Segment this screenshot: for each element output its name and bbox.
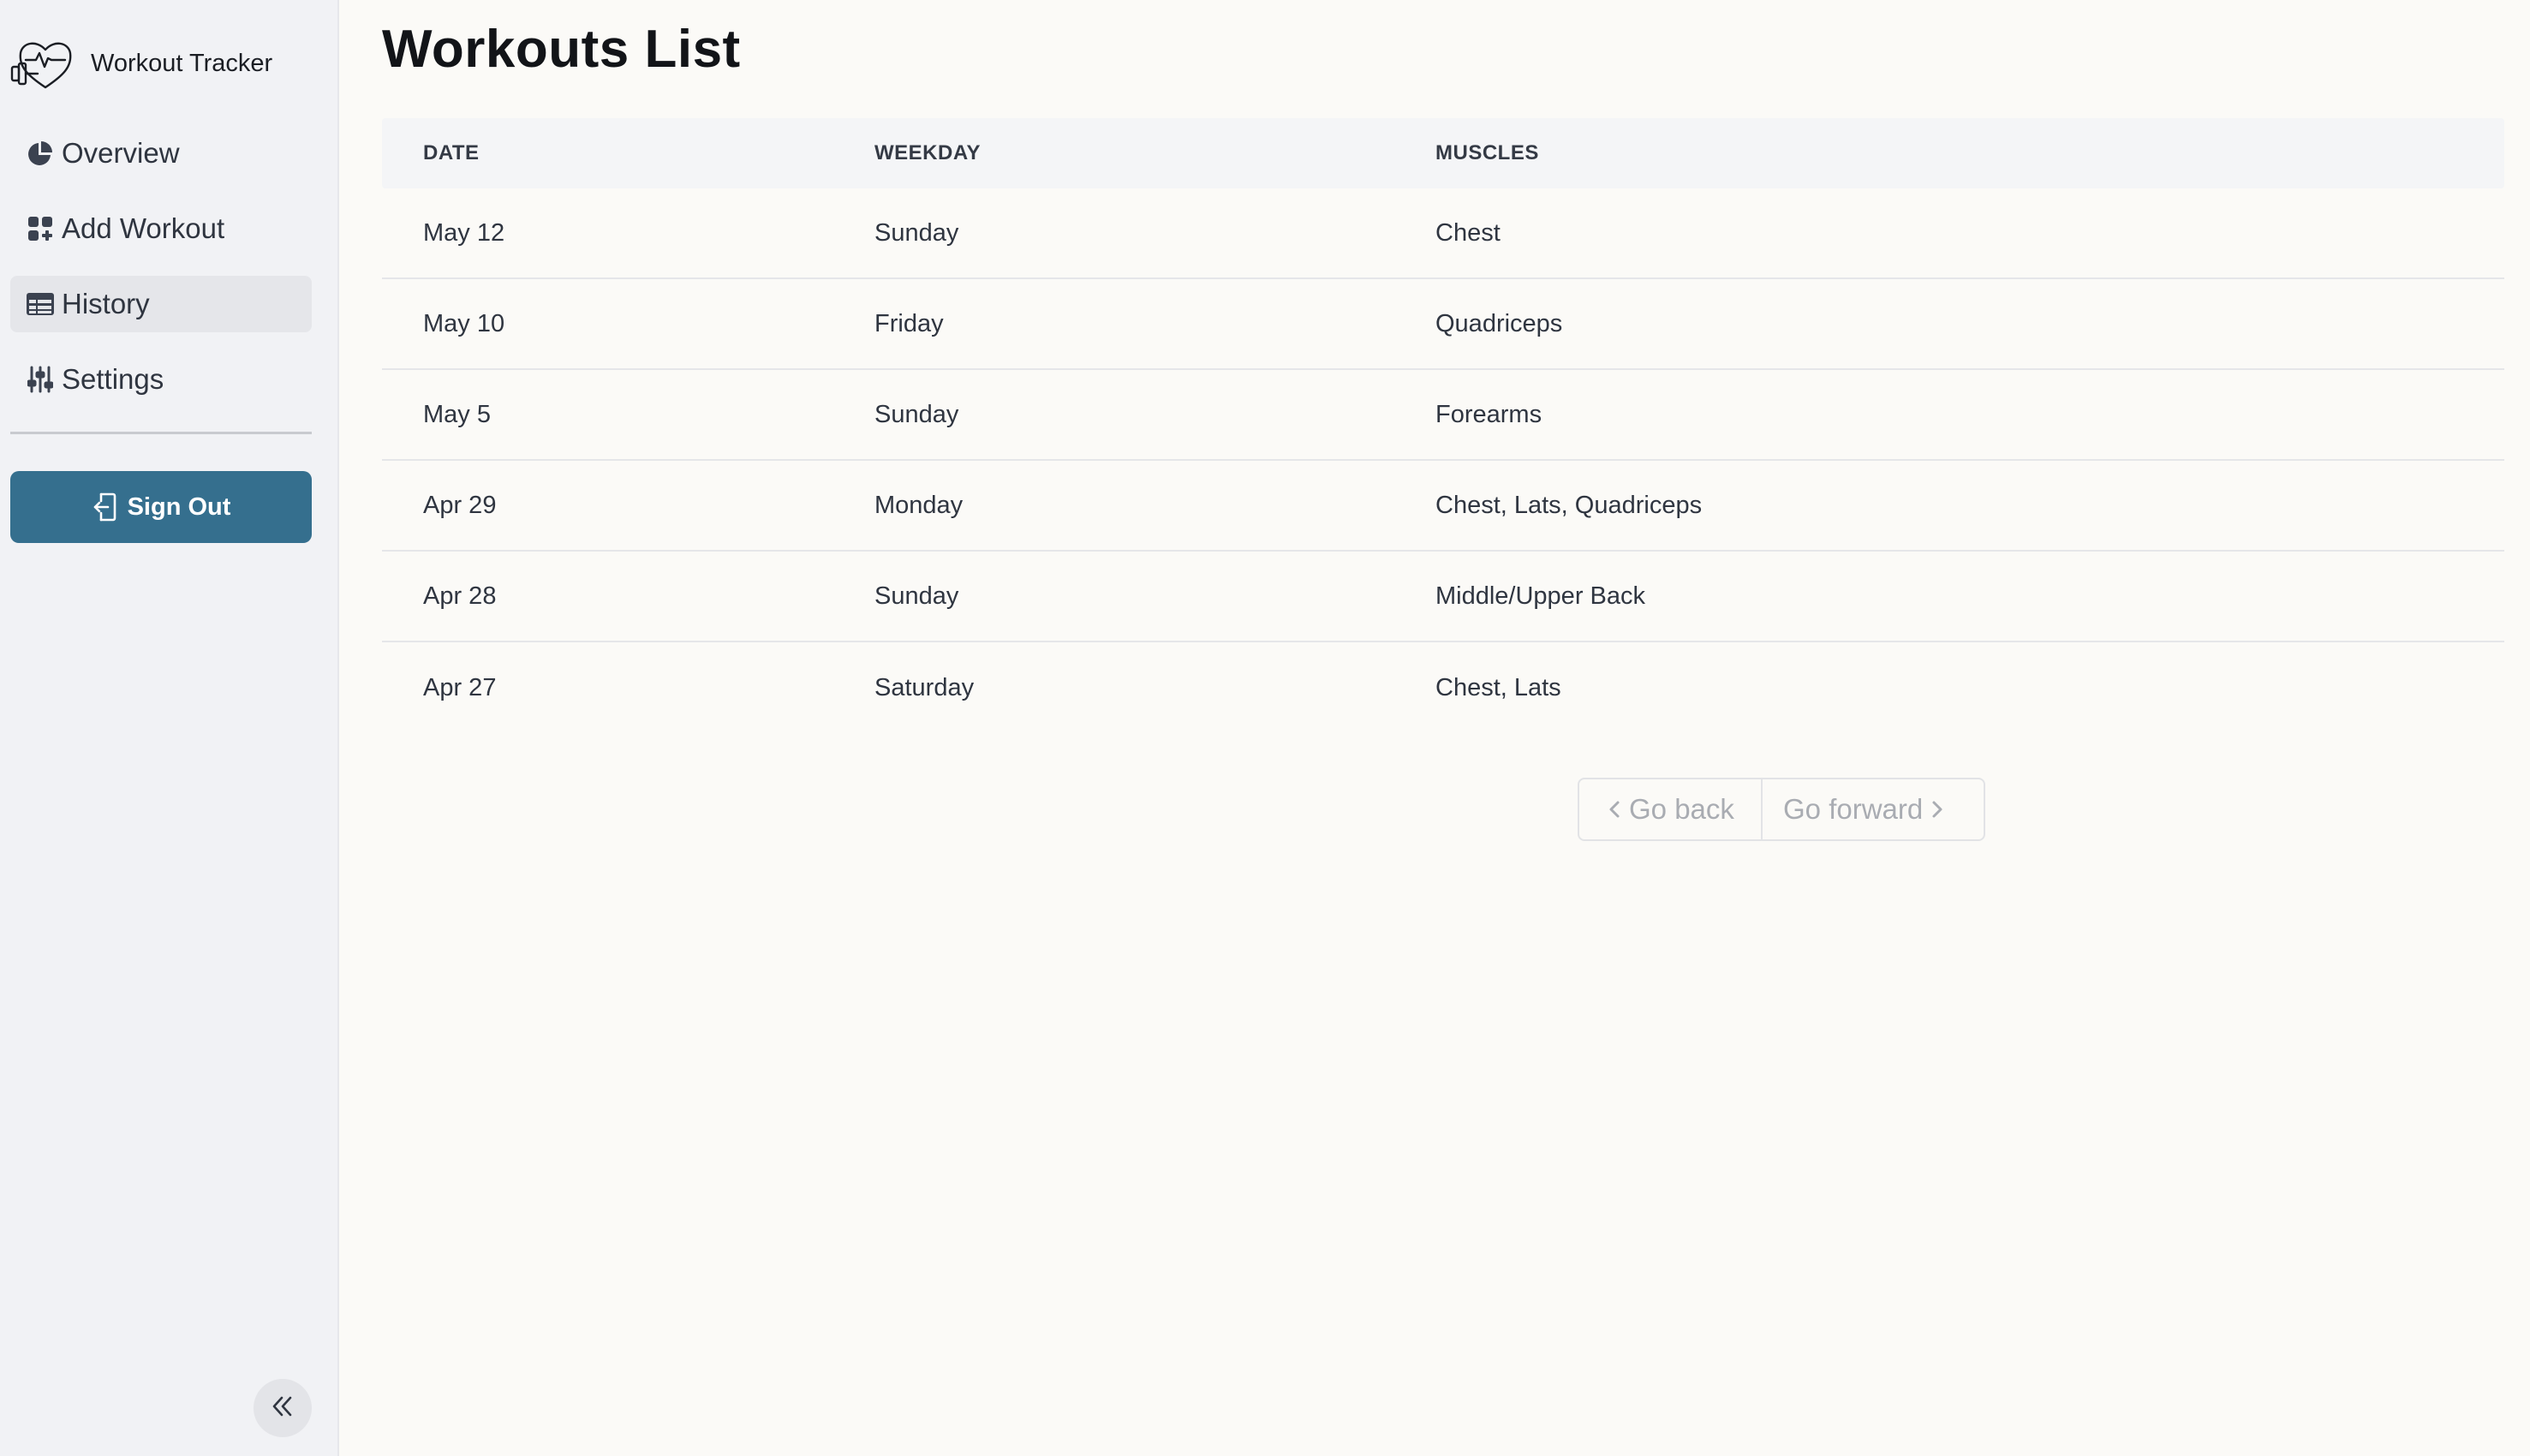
cell-weekday: Sunday <box>874 218 959 247</box>
cell-muscles: Chest <box>1435 218 1501 247</box>
sidebar-item-label: Overview <box>62 137 180 169</box>
cell-date: Apr 29 <box>423 491 497 519</box>
cell-muscles: Chest, Lats, Quadriceps <box>1435 491 1703 519</box>
sidebar-item-label: Add Workout <box>62 212 225 244</box>
table-icon <box>26 289 55 319</box>
brand[interactable]: Workout Tracker <box>10 34 272 92</box>
double-chevron-left-icon <box>270 1393 295 1423</box>
collapse-sidebar-button[interactable] <box>254 1379 312 1437</box>
table-row[interactable]: May 12 Sunday Chest <box>382 188 2504 279</box>
table-row[interactable]: May 5 Sunday Forearms <box>382 370 2504 461</box>
go-forward-label: Go forward <box>1783 793 1924 825</box>
sidebar-nav: Overview Add Workout History Settings <box>10 125 312 427</box>
sign-out-button[interactable]: Sign Out <box>10 471 312 543</box>
cell-muscles: Quadriceps <box>1435 309 1563 337</box>
sidebar-item-settings[interactable]: Settings <box>10 351 312 408</box>
cell-weekday: Sunday <box>874 400 959 428</box>
sidebar: Workout Tracker Overview Add Workout His… <box>0 0 339 1456</box>
sidebar-item-overview[interactable]: Overview <box>10 125 312 182</box>
cell-weekday: Monday <box>874 491 964 519</box>
workouts-table: DATE WEEKDAY MUSCLES May 12 Sunday Chest… <box>382 118 2504 733</box>
cell-date: Apr 27 <box>423 673 497 701</box>
pie-chart-icon <box>26 139 55 168</box>
cell-date: Apr 28 <box>423 582 497 610</box>
pagination: Go back Go forward <box>1578 778 1985 841</box>
cell-date: May 10 <box>423 309 505 337</box>
sidebar-item-add-workout[interactable]: Add Workout <box>10 200 312 257</box>
go-forward-button[interactable]: Go forward <box>1763 779 1984 839</box>
sidebar-item-history[interactable]: History <box>10 276 312 332</box>
sidebar-item-label: Settings <box>62 363 164 395</box>
app-title: Workout Tracker <box>91 49 273 77</box>
table-row[interactable]: Apr 28 Sunday Middle/Upper Back <box>382 552 2504 642</box>
sliders-icon <box>26 365 55 394</box>
cell-weekday: Sunday <box>874 582 959 610</box>
main-content: Workouts List DATE WEEKDAY MUSCLES May 1… <box>339 0 2530 1456</box>
sign-out-icon <box>92 492 117 522</box>
go-back-button[interactable]: Go back <box>1579 779 1763 839</box>
cell-muscles: Forearms <box>1435 400 1542 428</box>
app-window: Workout Tracker Overview Add Workout His… <box>0 0 2530 1456</box>
heart-dumbbell-logo-icon <box>10 34 81 92</box>
sidebar-divider <box>10 432 312 434</box>
cell-muscles: Middle/Upper Back <box>1435 582 1645 610</box>
column-header-date: DATE <box>423 141 480 164</box>
table-row[interactable]: Apr 29 Monday Chest, Lats, Quadriceps <box>382 461 2504 552</box>
column-header-muscles: MUSCLES <box>1435 141 1539 164</box>
cell-muscles: Chest, Lats <box>1435 673 1561 701</box>
sidebar-item-label: History <box>62 288 150 319</box>
column-header-weekday: WEEKDAY <box>874 141 981 164</box>
cell-date: May 5 <box>423 400 491 428</box>
cell-date: May 12 <box>423 218 505 247</box>
table-header-row: DATE WEEKDAY MUSCLES <box>382 118 2504 188</box>
add-grid-icon <box>26 214 55 243</box>
table-row[interactable]: May 10 Friday Quadriceps <box>382 279 2504 370</box>
sign-out-label: Sign Out <box>127 492 231 521</box>
chevron-left-icon <box>1608 800 1620 819</box>
page-title: Workouts List <box>382 20 741 79</box>
chevron-right-icon <box>1931 800 1943 819</box>
go-back-label: Go back <box>1629 793 1734 825</box>
cell-weekday: Friday <box>874 309 944 337</box>
cell-weekday: Saturday <box>874 673 975 701</box>
table-row[interactable]: Apr 27 Saturday Chest, Lats <box>382 642 2504 733</box>
